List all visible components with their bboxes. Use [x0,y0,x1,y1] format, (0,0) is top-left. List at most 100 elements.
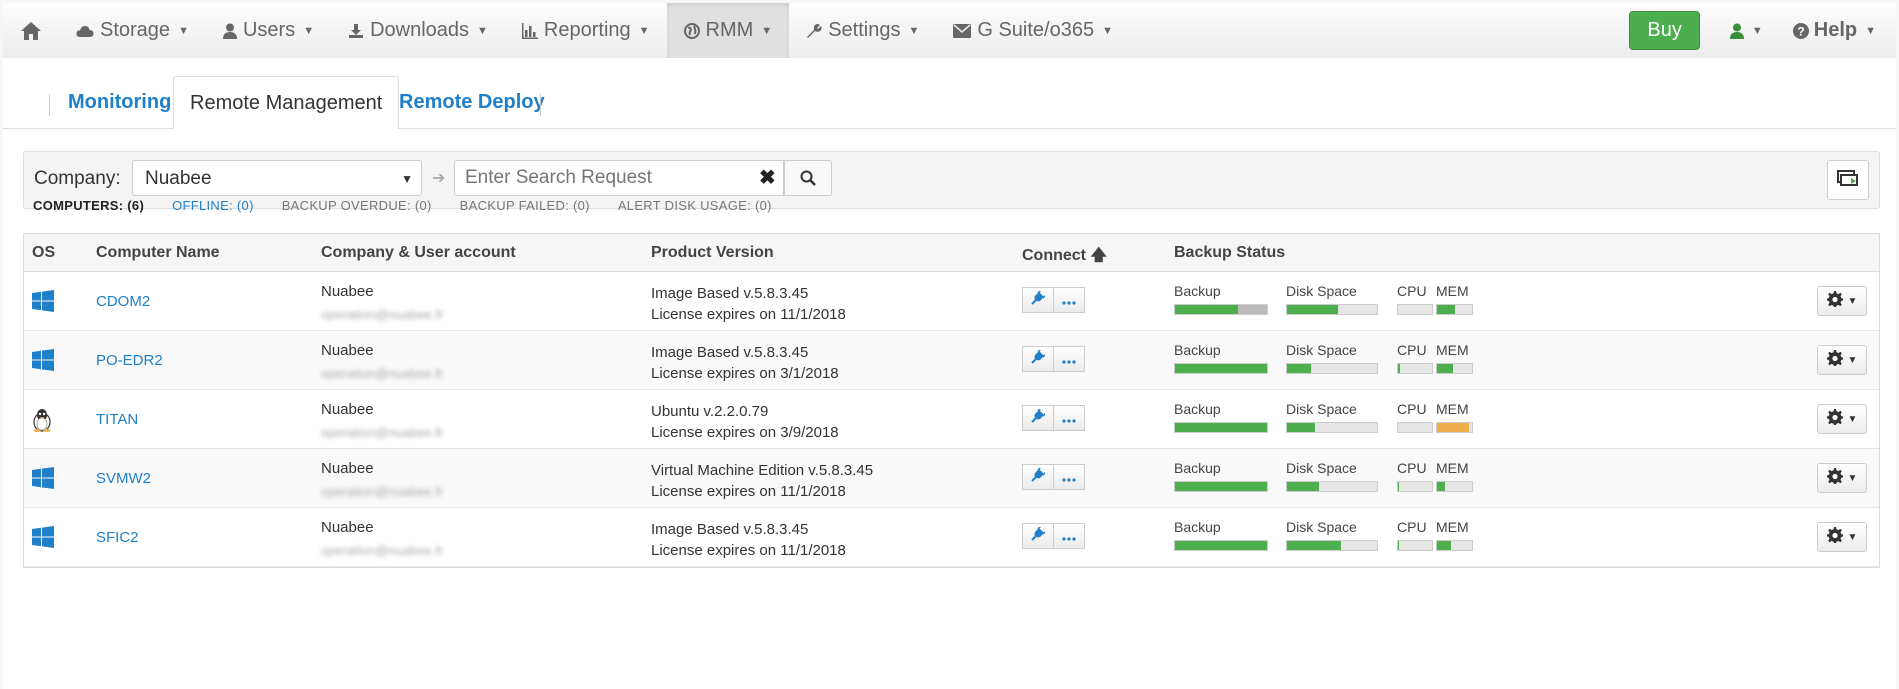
help-label: Help [1813,19,1858,41]
company-name: Nuabee [321,401,374,418]
mem-bar [1436,304,1473,315]
home-button[interactable] [3,3,59,58]
col-connect-label: Connect [1022,247,1086,264]
col-computer-name[interactable]: Computer Name [96,244,220,262]
connect-button[interactable] [1022,346,1054,372]
company-name: Nuabee [321,460,374,477]
tab-divider [540,94,541,116]
computer-name-link[interactable]: PO-EDR2 [96,352,163,369]
filter-backup-overdue[interactable]: BACKUP OVERDUE: (0) [282,198,432,218]
col-connect[interactable]: Connect 🡅 [1022,244,1107,271]
row-actions-button[interactable]: ▼ [1817,463,1867,493]
disk-space-bar-fill [1287,364,1312,373]
nav-storage[interactable]: Storage ▼ [59,3,206,58]
top-navbar: Storage ▼ Users ▼ Downloads ▼ Reporting ▼ RM… [3,3,1896,59]
chevron-down-icon: ▼ [1751,24,1763,37]
col-company[interactable]: Company & User account [321,244,516,262]
connect-button[interactable] [1022,287,1054,313]
user-account: operation@nuabee.fr [321,366,444,381]
company-label: Company: [34,168,121,189]
buy-button[interactable]: Buy [1629,11,1700,50]
disk-space-bar [1286,304,1378,315]
user-icon [222,23,237,39]
globe-icon [683,22,700,39]
disk-space-bar [1286,540,1378,551]
connect-more-button[interactable] [1053,405,1085,431]
nav-reporting[interactable]: Reporting ▼ [505,3,667,58]
row-actions-button[interactable]: ▼ [1817,286,1867,316]
filter-computers[interactable]: COMPUTERS: (6) [33,198,144,218]
company-select[interactable]: Nuabee ▼ [132,160,422,196]
remote-screen-button[interactable] [1827,160,1869,200]
search-input[interactable] [454,160,784,196]
mem-bar-fill [1437,423,1470,432]
user-account: operation@nuabee.fr [321,543,444,558]
nav-settings[interactable]: Settings ▼ [789,3,936,58]
backup-bar [1174,304,1268,315]
mem-bar-fill [1437,482,1445,491]
gear-icon [1826,409,1843,429]
disk-space-label: Disk Space [1286,519,1357,535]
connect-more-button[interactable] [1053,287,1085,313]
company-name: Nuabee [321,283,374,300]
nav-downloads[interactable]: Downloads ▼ [331,3,505,58]
filter-offline[interactable]: OFFLINE: (0) [172,198,254,218]
col-os[interactable]: OS [32,244,55,262]
computer-name-link[interactable]: SVMW2 [96,470,151,487]
backup-label: Backup [1174,460,1221,476]
company-user-cell: Nuabee operation@nuabee.fr [321,519,443,558]
connect-button[interactable] [1022,405,1054,431]
clear-search-icon[interactable]: ✖ [759,165,776,190]
company-select-value: Nuabee [145,168,212,189]
company-name: Nuabee [321,342,374,359]
account-menu[interactable]: ▼ [1729,23,1763,39]
filter-backup-failed[interactable]: BACKUP FAILED: (0) [460,198,590,218]
linux-tux-icon [32,408,52,436]
tab-monitoring[interactable]: Monitoring [52,76,187,128]
connect-more-button[interactable] [1053,346,1085,372]
row-actions-button[interactable]: ▼ [1817,522,1867,552]
user-icon [1729,23,1744,39]
select-arrow-icon: ▼ [401,172,413,186]
connect-more-button[interactable] [1053,523,1085,549]
disk-space-label: Disk Space [1286,342,1357,358]
disk-space-bar [1286,481,1378,492]
computer-name-link[interactable]: CDOM2 [96,293,150,310]
mem-bar-fill [1437,541,1451,550]
table-row: SVMW2 Nuabee operation@nuabee.fr Virtual Ma… [24,449,1879,508]
arrow-right-icon: ➔ [432,170,446,187]
nav-users[interactable]: Users ▼ [206,3,331,58]
cpu-bar [1397,422,1433,433]
tab-remote-deploy[interactable]: Remote Deploy [383,76,561,128]
filter-alert-disk-usage[interactable]: ALERT DISK USAGE: (0) [618,198,772,218]
computer-name-link[interactable]: SFIC2 [96,529,139,546]
mem-label: MEM [1436,342,1469,358]
col-product[interactable]: Product Version [651,244,774,262]
backup-label: Backup [1174,401,1221,417]
mem-label: MEM [1436,519,1469,535]
table-row: CDOM2 Nuabee operation@nuabee.fr Image Base… [24,272,1879,331]
connect-button[interactable] [1022,523,1054,549]
mem-bar-fill [1437,305,1455,314]
col-backup-status[interactable]: Backup Status [1174,244,1285,262]
connect-button[interactable] [1022,464,1054,490]
help-menu[interactable]: ? Help ▼ [1792,19,1876,42]
download-icon [349,23,364,38]
connect-more-button[interactable] [1053,464,1085,490]
computers-table: OS Computer Name Company & User account … [23,233,1880,568]
cpu-bar-fill [1398,541,1400,550]
nav-gsuite[interactable]: G Suite/o365 ▼ [936,3,1130,58]
mem-bar [1436,481,1473,492]
row-actions-button[interactable]: ▼ [1817,345,1867,375]
row-actions-button[interactable]: ▼ [1817,404,1867,434]
caret-down-icon: ▼ [1847,472,1858,484]
ellipsis-icon [1062,410,1076,427]
company-user-cell: Nuabee operation@nuabee.fr [321,460,443,499]
nav-rmm[interactable]: RMM ▼ [666,3,790,58]
bar-chart-icon [521,22,538,39]
computer-name-link[interactable]: TITAN [96,411,138,428]
search-button[interactable] [784,160,832,196]
tab-remote-management[interactable]: Remote Management [173,76,400,130]
nav-storage-label: Storage [100,19,171,41]
svg-text:?: ? [1797,24,1804,38]
